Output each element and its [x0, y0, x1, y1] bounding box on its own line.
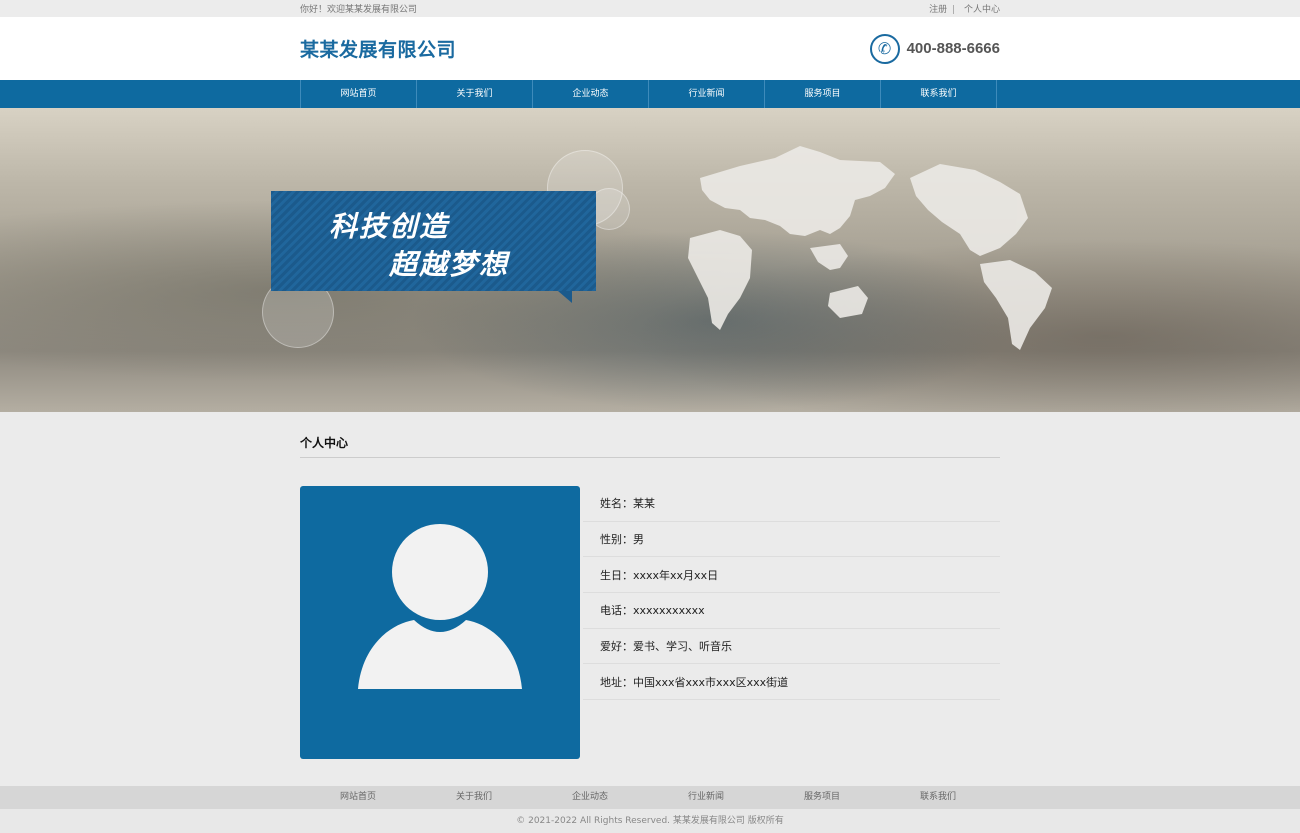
copyright-text: © 2021-2022 All Rights Reserved. 某某发展有限公…	[0, 809, 1300, 833]
avatar-panel	[300, 486, 580, 759]
nav-item-company-news[interactable]: 企业动态	[533, 80, 649, 108]
footer-link-about[interactable]: 关于我们	[416, 786, 532, 809]
nav-item-about[interactable]: 关于我们	[417, 80, 533, 108]
nav-item-services[interactable]: 服务项目	[765, 80, 881, 108]
field-value: 中国xxx省xxx市xxx区xxx街道	[633, 675, 789, 689]
site-header: 某某发展有限公司 ✆ 400-888-6666	[0, 17, 1300, 80]
slogan-line-2: 超越梦想	[389, 248, 510, 281]
nav-item-industry-news[interactable]: 行业新闻	[649, 80, 765, 108]
profile-section: 个人中心 姓名： 某某 性别： 男 生日： xxxx年xx月xx日 电话： xx…	[300, 412, 1000, 786]
nav-item-contact[interactable]: 联系我们	[881, 80, 997, 108]
footer-link-home[interactable]: 网站首页	[300, 786, 416, 809]
title-divider	[300, 457, 1000, 458]
info-row-hobbies: 爱好： 爱书、学习、听音乐	[583, 629, 1000, 665]
profile-link[interactable]: 个人中心	[964, 5, 1000, 15]
info-row-phone: 电话： xxxxxxxxxxx	[583, 593, 1000, 629]
field-value: xxxx年xx月xx日	[633, 568, 719, 582]
footer-link-company-news[interactable]: 企业动态	[532, 786, 648, 809]
top-links-separator: |	[952, 5, 956, 15]
field-value: 爱书、学习、听音乐	[633, 640, 732, 654]
site-logo[interactable]: 某某发展有限公司	[300, 35, 456, 62]
footer-link-industry-news[interactable]: 行业新闻	[648, 786, 764, 809]
phone-number: 400-888-6666	[906, 40, 1000, 57]
footer-link-services[interactable]: 服务项目	[764, 786, 880, 809]
profile-info-list: 姓名： 某某 性别： 男 生日： xxxx年xx月xx日 电话： xxxxxxx…	[583, 486, 1000, 701]
top-links: 注册 | 个人中心	[927, 2, 1000, 15]
slogan-box: 科技创造 超越梦想	[271, 191, 596, 303]
field-value: 男	[633, 533, 644, 547]
world-map-icon	[688, 146, 1052, 350]
hotline: ✆ 400-888-6666	[869, 33, 1000, 64]
field-label: 地址：	[600, 675, 633, 689]
footer-link-contact[interactable]: 联系我们	[880, 786, 996, 809]
field-value: 某某	[633, 497, 655, 511]
section-title: 个人中心	[300, 436, 349, 450]
info-row-name: 姓名： 某某	[583, 486, 1000, 522]
nav-item-home[interactable]: 网站首页	[301, 80, 417, 108]
info-row-birthday: 生日： xxxx年xx月xx日	[583, 557, 1000, 594]
phone-icon: ✆	[869, 33, 900, 64]
hero-banner: 科技创造 超越梦想	[0, 108, 1300, 412]
user-avatar-icon	[358, 524, 522, 689]
field-label: 爱好：	[600, 640, 633, 654]
info-row-address: 地址： 中国xxx省xxx市xxx区xxx街道	[583, 664, 1000, 701]
footer-nav: 网站首页 关于我们 企业动态 行业新闻 服务项目 联系我们	[0, 786, 1300, 809]
welcome-text: 你好！欢迎某某发展有限公司	[300, 5, 418, 15]
field-label: 电话：	[600, 604, 633, 618]
main-nav: 网站首页 关于我们 企业动态 行业新闻 服务项目 联系我们	[0, 80, 1300, 108]
field-label: 姓名：	[600, 497, 633, 511]
slogan-line-1: 科技创造	[329, 210, 450, 243]
field-value: xxxxxxxxxxx	[633, 603, 705, 617]
info-row-gender: 性别： 男	[583, 522, 1000, 558]
field-label: 生日：	[600, 568, 633, 582]
register-link[interactable]: 注册	[929, 5, 947, 15]
field-label: 性别：	[600, 533, 633, 547]
top-bar: 你好！欢迎某某发展有限公司 注册 | 个人中心	[0, 0, 1300, 17]
